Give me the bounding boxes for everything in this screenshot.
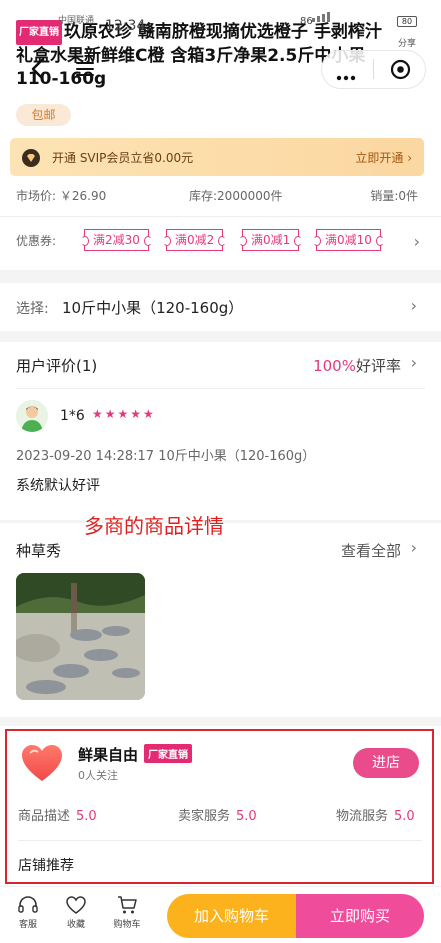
tab-label: 收藏 <box>66 920 85 930</box>
tab-favorite[interactable]: 收藏 <box>58 895 94 930</box>
headset-icon <box>18 896 38 913</box>
market-price: 市场价: ￥26.90 <box>16 189 107 203</box>
grass-show-section: 种草秀 查看全部 › <box>0 523 441 717</box>
coupon-item[interactable]: 满0减10 <box>313 229 384 251</box>
reviewer-name: 1*6 <box>60 408 85 424</box>
avatar <box>16 400 48 432</box>
grass-show-title: 种草秀 <box>16 542 62 560</box>
factory-direct-badge: 厂家直销 <box>144 744 192 763</box>
spec-value: 10斤中小果（120-160g） <box>62 299 244 317</box>
rating-value: 5.0 <box>76 809 97 824</box>
rating-logistics: 物流服务 5.0 <box>336 805 415 824</box>
chevron-right-icon: › <box>410 296 417 315</box>
reviews-section: 用户评价(1) 100%好评率 › 1*6 ★★★★★ 2023-09-20 1… <box>0 342 441 520</box>
svip-banner[interactable]: 开通 SVIP会员立省0.00元 立即开通 › <box>10 138 424 176</box>
stock-count: 库存:2000000件 <box>189 189 283 203</box>
rating-stars: ★★★★★ <box>92 407 156 421</box>
annotation-text: 多商的商品详情 <box>84 514 224 538</box>
view-all-link[interactable]: 查看全部 <box>341 540 401 561</box>
clock: 12:34 <box>105 18 146 34</box>
coupon-item[interactable]: 满0减2 <box>162 229 227 251</box>
more-dots-icon[interactable] <box>336 66 356 81</box>
rating-label: 卖家服务 <box>178 809 231 824</box>
add-to-cart-button[interactable]: 加入购物车 <box>167 894 296 938</box>
positive-rate-label: 好评率 <box>355 357 401 375</box>
sales-count: 销量:0件 <box>370 189 418 203</box>
product-title-card: 厂家直销 玖原农珍 赣南脐橙现摘优选橙子 手剥榨汁礼盒水果新鲜维C橙 含箱3斤净果… <box>0 0 441 270</box>
product-detail-page: 厂家直销 玖原农珍 赣南脐橙现摘优选橙子 手剥榨汁礼盒水果新鲜维C橙 含箱3斤净果… <box>0 0 441 943</box>
close-target-icon[interactable] <box>390 59 411 80</box>
coupon-item[interactable]: 满2减30 <box>81 229 152 251</box>
diamond-icon <box>22 149 40 167</box>
rating-seller-service: 卖家服务 5.0 <box>178 805 257 824</box>
product-stats: 市场价: ￥26.90 库存:2000000件 销量:0件 <box>16 187 426 205</box>
share-label[interactable]: 分享 <box>398 36 416 49</box>
network-speed: 86 <box>300 16 313 27</box>
positive-rate[interactable]: 100%好评率 <box>313 355 401 376</box>
coupon-label: 优惠券: <box>16 234 57 248</box>
coupon-row[interactable]: 优惠券: 满2减30 满0减2 满0减1 满0减10 › <box>16 229 426 251</box>
reviews-title[interactable]: 用户评价(1) <box>16 355 97 376</box>
tab-cart[interactable]: 购物车 <box>109 895 145 930</box>
rating-label: 物流服务 <box>336 809 389 824</box>
spec-select-row[interactable]: 选择: 10斤中小果（120-160g） › <box>0 283 441 331</box>
shop-recommend-title: 店铺推荐 <box>18 858 74 874</box>
capsule-divider <box>373 59 374 79</box>
menu-icon[interactable] <box>75 60 95 78</box>
rating-value: 5.0 <box>394 809 415 824</box>
positive-rate-value: 100% <box>313 357 356 375</box>
svip-open-button[interactable]: 立即开通 › <box>355 149 412 166</box>
chevron-right-icon[interactable]: › <box>411 538 417 557</box>
heart-logo-icon <box>20 743 64 783</box>
chevron-right-icon[interactable]: › <box>414 232 420 251</box>
tab-label: 购物车 <box>113 920 141 930</box>
status-bar: 中国联通 12:34 86 80 <box>0 0 441 34</box>
review-body: 系统默认好评 <box>16 478 100 494</box>
divider <box>18 840 422 841</box>
tab-label: 客服 <box>18 920 37 930</box>
svip-text: 开通 SVIP会员立省0.00元 <box>52 151 194 165</box>
divider <box>0 216 441 217</box>
carrier-label: 中国联通 <box>58 16 95 26</box>
spec-label: 选择: <box>16 301 49 317</box>
cart-icon <box>118 896 137 914</box>
tab-customer-service[interactable]: 客服 <box>10 895 46 930</box>
signal-icon <box>312 12 330 22</box>
follower-count: 0人关注 <box>78 769 118 782</box>
rating-description: 商品描述 5.0 <box>18 805 97 824</box>
shop-name[interactable]: 鲜果自由 <box>78 744 138 765</box>
divider <box>16 388 425 389</box>
chevron-right-icon[interactable]: › <box>411 353 417 372</box>
heart-outline-icon <box>66 896 86 914</box>
review-meta: 2023-09-20 14:28:17 10斤中小果（120-160g） <box>16 449 316 464</box>
buy-now-button[interactable]: 立即购买 <box>296 894 424 938</box>
enter-shop-button[interactable]: 进店 <box>353 748 419 778</box>
battery-icon: 80 <box>397 16 417 27</box>
back-arrow-icon[interactable] <box>28 57 48 81</box>
coupon-item[interactable]: 满0减1 <box>238 229 303 251</box>
rating-value: 5.0 <box>236 809 257 824</box>
grass-show-photo[interactable] <box>16 573 145 700</box>
free-shipping-tag: 包邮 <box>16 104 71 126</box>
rating-label: 商品描述 <box>18 809 71 824</box>
